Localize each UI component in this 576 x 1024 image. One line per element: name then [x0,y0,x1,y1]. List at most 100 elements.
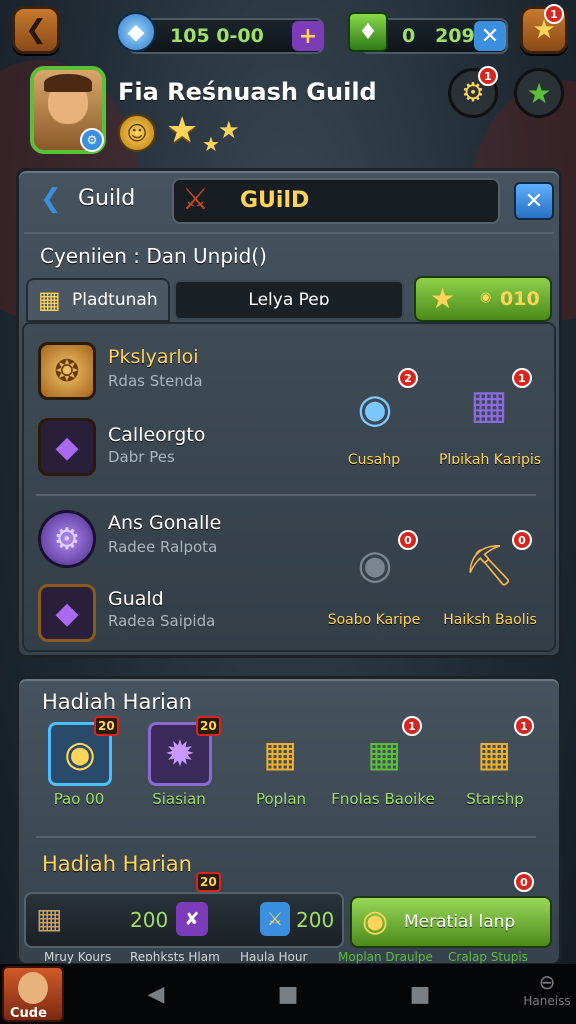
gold-chest-icon: ▦ [262,733,297,775]
members-divider [36,494,536,496]
crate-icon: ▦ [36,902,63,935]
claim-reward-button[interactable]: ★ ◉ 010 [414,276,552,322]
reward-badge: 1 [512,368,532,388]
system-navbar: Cude ◀ ■ ■ ⊖ Haneiss [0,964,576,1024]
gold-chest-icon: ▦ [476,733,511,775]
bottom-label: Mruy Kours [44,950,112,964]
triangle-left-icon: ◀ [147,981,165,1007]
rank-star-icon: ★ [166,110,199,151]
member-role: Dabr Pes [108,448,175,466]
favorite-guild-button[interactable]: ★ [514,68,564,118]
gift-box-icon[interactable]: ▦ [458,374,520,436]
reward-badge: 0 [398,530,418,550]
profile-label: Cude [10,1006,47,1021]
bottom-label: Moplan Draulpe [338,950,433,964]
tab-label: Lelya Peɒ [248,290,330,310]
member-name: Calleorgto [108,424,206,446]
member-avatar[interactable]: ⚙ [38,510,96,568]
bottom-label: Haula Hour [240,950,308,964]
guild-content-area [22,322,556,652]
reward-count-badge: 20 [196,872,221,892]
add-gems-button[interactable]: + [292,21,324,51]
gem-value: 105 0-00 [170,25,264,47]
daily-reward-slot[interactable]: ▦ [248,722,312,786]
face-icon [18,972,48,1004]
daily-reward-label: Pao 00 [53,790,105,808]
member-avatar[interactable]: ◆ [38,584,96,642]
member-name: Guald [108,588,164,610]
gold-star-icon: ★ [430,282,456,315]
rank-star-small-icon: ★ [218,116,240,144]
close-resource-button[interactable]: ✕ [474,21,506,51]
bottom-label: Reɒhksts Hlam [130,950,220,964]
reward-count-badge: 20 [196,716,221,736]
close-icon: ✕ [524,188,544,214]
tab-pladtunah[interactable]: ▦ Pladtunah [26,278,170,322]
arrow-left-icon: ❮ [25,15,47,45]
nav-extra-button[interactable]: ⊖ Haneiss [522,970,572,1020]
shovel-icon[interactable]: ⛏ [458,534,520,596]
daily-rewards-title: Hadiah Harian [42,690,192,714]
panel-back-button[interactable]: ❮ [40,184,62,214]
daily-reward-label: Poplan [255,790,307,808]
chevron-left-icon: ❮ [40,184,62,214]
guild-tab-selector[interactable]: ⚔ GUilD [172,178,500,224]
star-notification-badge: 1 [544,4,564,24]
header-divider [24,232,554,234]
resource-value: 200 [296,908,335,932]
reward-label: Soabo Karipe [327,612,421,628]
nav-back-button[interactable]: ◀ [144,981,168,1007]
spiral-emblem-icon: ❂ [54,353,80,389]
member-avatar[interactable]: ◆ [38,418,96,476]
nav-recents-button[interactable]: ■ [408,981,432,1007]
profile-button[interactable]: Cude [2,966,64,1022]
close-panel-button[interactable]: ✕ [514,182,554,220]
emerald-icon: ♦ [348,12,388,52]
member-role: Radea Saipida [108,612,216,630]
nav-extra-label: Haneiss [523,994,571,1008]
guild-alert-badge: 1 [478,66,498,86]
bottom-resource-bar: ▦ 200 ✘ ⚔ 200 [24,892,344,948]
coin-icon: ◉ [480,290,492,305]
square-icon: ■ [409,981,431,1007]
reward-badge: 2 [398,368,418,388]
daily-divider [36,836,536,838]
nav-home-button[interactable]: ■ [276,981,300,1007]
square-icon: ■ [277,981,299,1007]
material-action-button[interactable]: ◉ Meratial lanp [350,896,552,948]
gear-crystal-icon: ⚙ [53,521,81,557]
reward-label: Haiksh Baolis [443,612,537,628]
back-button[interactable]: ❮ [12,6,60,54]
member-name: Pkslyarloi [108,346,199,368]
member-role: Radee Ralpota [108,538,218,556]
star-icon: ★ [526,76,552,110]
settings-mini-icon: ⚙ [80,128,104,152]
reward-label: Plɒikah Karipis [438,452,542,468]
crystal-icon: ◆ [55,429,79,465]
member-role: Rdas Stenda [108,372,203,390]
resource-value: 200 [130,908,169,932]
reward-label: Cusahp [347,452,401,468]
reward-badge: 0 [512,530,532,550]
tab-lelya-peo[interactable]: Lelya Peɒ [174,280,404,320]
shield-sword-icon: ⚔ [182,182,209,217]
member-avatar[interactable]: ❂ [38,342,96,400]
member-name: Ans Gonalle [108,512,222,534]
daily-reward-label: Fnolas Baoike [331,790,435,808]
potion-icon[interactable]: ◉ [344,378,406,440]
guild-name: Fia Reśnuash Guild [118,78,377,106]
reward-badge: 1 [402,716,422,736]
gem-icon: ◆ [116,12,156,52]
reward-badge: 1 [514,716,534,736]
reward-badge: 0 [514,872,534,892]
daily-reward-label: Siasian [152,790,206,808]
circle-menu-icon: ⊖ [538,970,556,994]
gold-value: 0 209 [402,25,475,47]
bottom-label: Cralap Stupis [448,950,528,964]
guild-tab-label: GUilD [240,188,310,213]
material-action-label: Meratial lanp [404,912,516,932]
tab-label: Pladtunah [72,290,158,310]
helmet-icon[interactable]: ◉ [344,534,406,596]
coin-stack-icon: ◉ [362,904,389,939]
panel-title: Guild [78,186,136,211]
